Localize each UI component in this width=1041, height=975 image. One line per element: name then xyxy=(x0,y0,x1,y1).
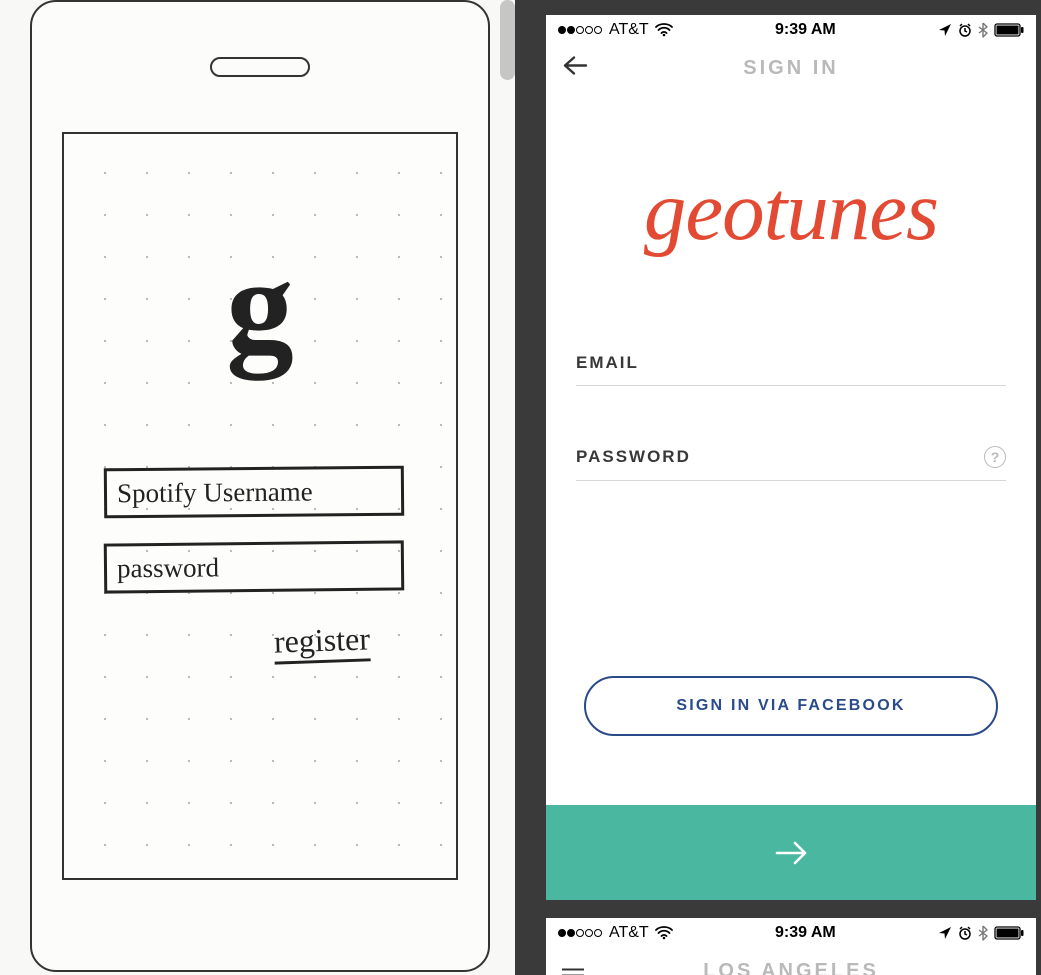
bluetooth-icon xyxy=(978,925,988,941)
password-help-icon[interactable]: ? xyxy=(984,446,1006,468)
status-bar: AT&T 9:39 AM xyxy=(546,918,1036,948)
email-label: EMAIL xyxy=(576,353,639,373)
password-label: PASSWORD xyxy=(576,447,691,467)
wifi-icon xyxy=(655,23,673,37)
page-title: LOS ANGELES xyxy=(703,960,879,975)
sketch-panel: g Spotify Username password register xyxy=(0,0,515,975)
alarm-icon xyxy=(958,926,972,940)
facebook-signin-button[interactable]: SIGN IN VIA FACEBOOK xyxy=(584,676,998,736)
carrier-label: AT&T xyxy=(609,21,649,39)
password-field[interactable]: PASSWORD ? xyxy=(576,432,1006,481)
scrollbar[interactable] xyxy=(500,0,515,80)
wifi-icon xyxy=(655,926,673,940)
arrow-right-icon xyxy=(771,837,811,869)
signin-screen: AT&T 9:39 AM xyxy=(546,15,1036,900)
status-bar: AT&T 9:39 AM xyxy=(546,15,1036,45)
battery-icon xyxy=(994,23,1024,37)
signin-form: EMAIL PASSWORD ? xyxy=(576,339,1006,481)
alarm-icon xyxy=(958,23,972,37)
username-input[interactable]: Spotify Username xyxy=(104,466,404,519)
nav-bar: SIGN IN xyxy=(546,45,1036,91)
nav-bar: LOS ANGELES xyxy=(546,948,1036,975)
page-title: SIGN IN xyxy=(743,57,838,80)
menu-button[interactable] xyxy=(562,968,584,975)
back-button[interactable] xyxy=(562,53,588,84)
battery-icon xyxy=(994,926,1024,940)
password-input[interactable]: password xyxy=(104,540,405,593)
signal-dots-icon xyxy=(558,924,603,942)
sketch-screen: g Spotify Username password register xyxy=(62,132,458,880)
brand-logo: geotunes xyxy=(546,169,1036,254)
location-icon xyxy=(938,23,952,37)
sketch-speaker-icon xyxy=(210,57,310,77)
bluetooth-icon xyxy=(978,22,988,38)
mockup-panel: AT&T 9:39 AM xyxy=(515,0,1041,975)
second-screen: AT&T 9:39 AM xyxy=(546,918,1036,975)
email-field[interactable]: EMAIL xyxy=(576,339,1006,386)
app-logo: g xyxy=(226,239,294,374)
carrier-label: AT&T xyxy=(609,924,649,942)
sketch-phone-outline: g Spotify Username password register xyxy=(30,0,490,972)
statusbar-time: 9:39 AM xyxy=(775,924,836,942)
statusbar-time: 9:39 AM xyxy=(775,21,836,39)
register-link[interactable]: register xyxy=(273,620,370,664)
signal-dots-icon xyxy=(558,21,603,39)
location-icon xyxy=(938,926,952,940)
continue-button[interactable] xyxy=(546,805,1036,900)
